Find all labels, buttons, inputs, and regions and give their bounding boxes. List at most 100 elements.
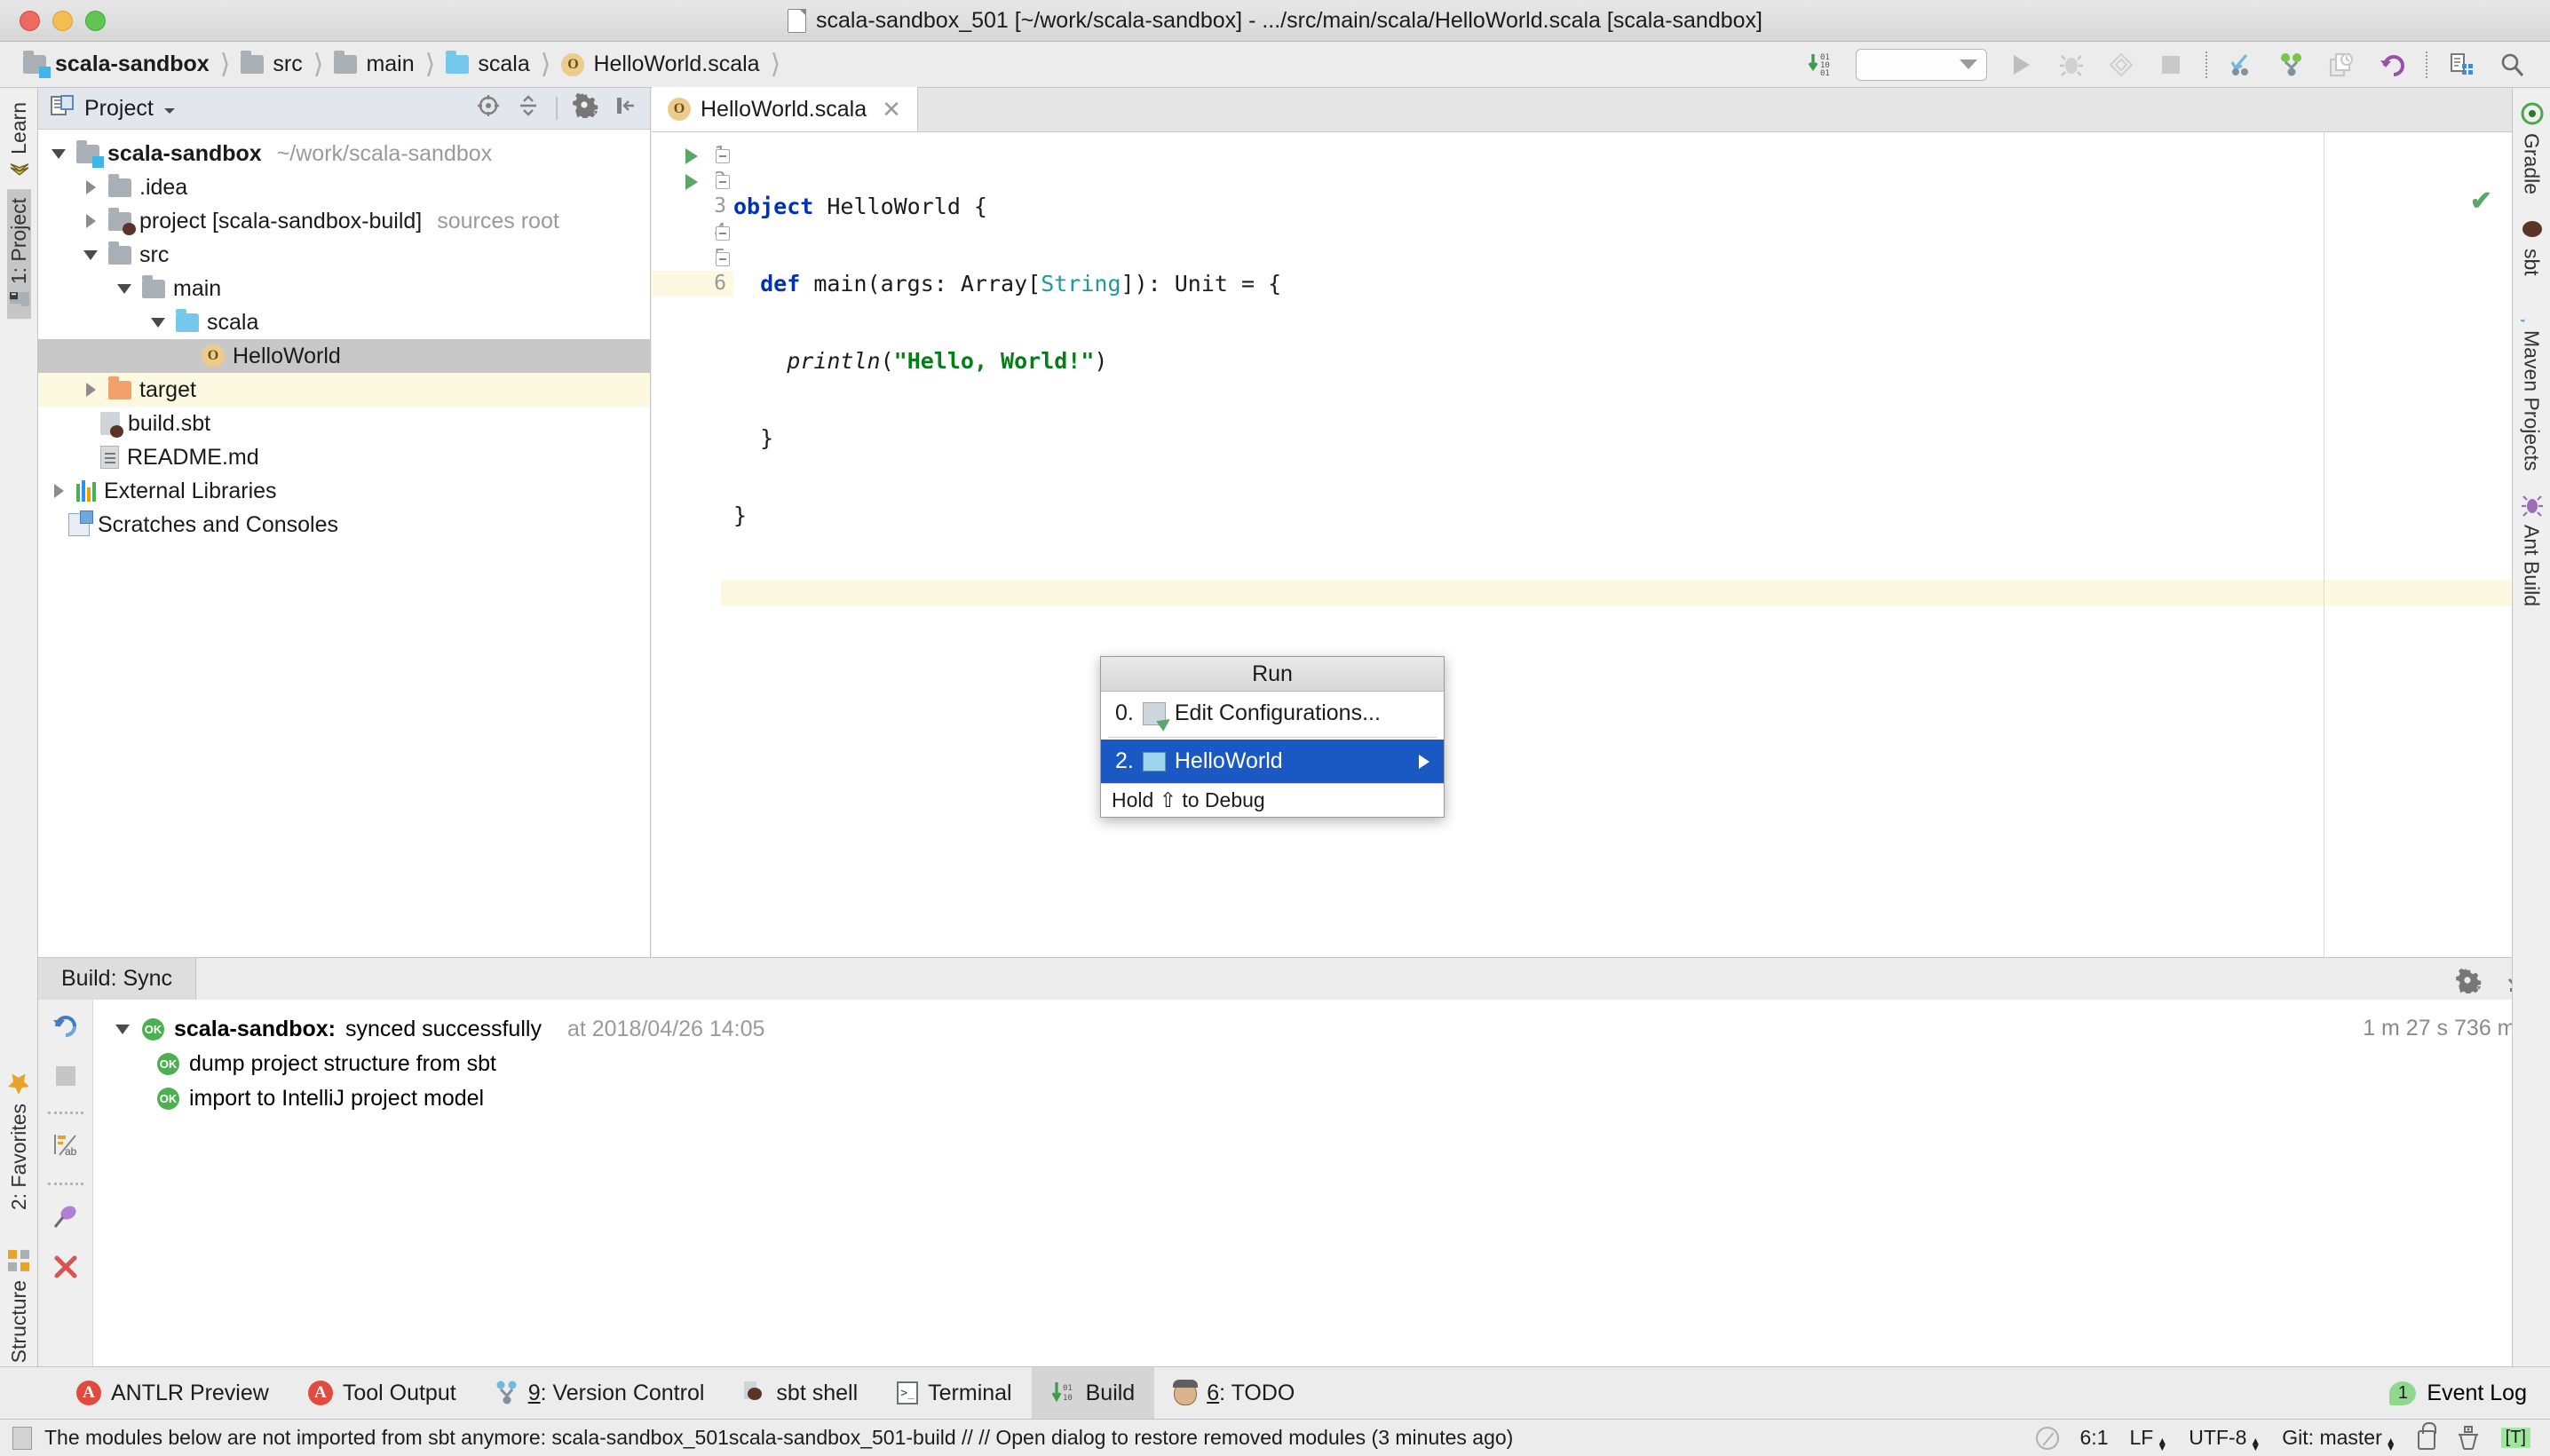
rerun-icon[interactable] [51, 1012, 80, 1047]
vcs-rollback-icon[interactable] [2376, 50, 2406, 80]
status-bar-message[interactable]: The modules below are not imported from … [44, 1426, 1513, 1450]
search-everywhere-icon[interactable] [2497, 50, 2527, 80]
tool-window-antlr-preview[interactable]: A ANTLR Preview [57, 1367, 289, 1420]
stop-icon[interactable] [54, 1064, 77, 1094]
build-tab-sync[interactable]: Build: Sync [38, 958, 196, 1000]
run-popup-item-helloworld[interactable]: 2. HelloWorld [1101, 740, 1444, 783]
tool-window-version-control[interactable]: 9: Version Control [476, 1367, 725, 1420]
stop-icon[interactable] [2156, 50, 2186, 80]
vcs-branch-widget[interactable]: Git: master▲▼ [2282, 1426, 2396, 1451]
chevron-right-icon[interactable] [81, 214, 100, 228]
vcs-update-icon[interactable] [2227, 50, 2257, 80]
tree-item-helloworld[interactable]: O HelloWorld [38, 339, 650, 373]
sidebar-item-maven[interactable]: m Maven Projects [2520, 299, 2544, 471]
tree-item-build-sbt[interactable]: build.sbt [38, 407, 650, 440]
sidebar-item-ant[interactable]: Ant Build [2520, 494, 2544, 606]
status-badge[interactable]: [T] [2501, 1428, 2530, 1448]
sidebar-item-gradle[interactable]: Gradle [2520, 102, 2544, 194]
close-icon[interactable]: ✕ [882, 96, 901, 123]
run-gutter-icon[interactable] [685, 174, 698, 190]
hide-panel-icon[interactable] [614, 94, 638, 123]
breadcrumb-item-project[interactable]: scala-sandbox [20, 45, 213, 84]
collapse-all-icon[interactable] [516, 93, 541, 124]
chevron-right-icon[interactable] [81, 180, 100, 194]
memory-indicator-icon[interactable] [12, 1427, 32, 1450]
sidebar-item-sbt[interactable]: sbt [2520, 218, 2544, 276]
gear-icon[interactable] [2456, 969, 2483, 1000]
sidebar-item-favorites[interactable]: 2: Favorites [7, 1064, 31, 1219]
tree-item-project-build[interactable]: project [scala-sandbox-build] sources ro… [38, 204, 650, 238]
chevron-down-icon[interactable] [49, 149, 68, 159]
vcs-history-icon[interactable] [2326, 50, 2356, 80]
status-bar-left: The modules below are not imported from … [12, 1426, 1513, 1450]
gutter-line: 6 [652, 271, 733, 297]
build-row-root[interactable]: OK scala-sandbox: synced successfully at… [93, 1012, 2550, 1047]
tool-window-terminal[interactable]: >_ Terminal [877, 1367, 1031, 1420]
tool-window-todo[interactable]: 6: TODO [1154, 1367, 1314, 1420]
tree-item-scratches[interactable]: Scratches and Consoles [38, 508, 650, 542]
code-text[interactable]: object HelloWorld { def main(args: Array… [733, 132, 2512, 957]
application-run-config-icon [1143, 752, 1166, 772]
run-popup-item-edit-configurations[interactable]: 0. Edit Configurations... [1101, 692, 1444, 735]
chevron-right-icon[interactable] [81, 383, 100, 397]
chevron-down-icon[interactable] [81, 250, 100, 260]
debug-icon[interactable] [2056, 50, 2087, 80]
code-editor[interactable]: 1 2 3 4 5 [652, 132, 2512, 957]
select-in-icon[interactable] [2447, 50, 2477, 80]
fold-region-icon[interactable] [716, 149, 730, 163]
close-icon[interactable] [52, 1254, 79, 1286]
caret-position[interactable]: 6:1 [2080, 1426, 2109, 1450]
pin-tab-icon[interactable] [52, 1203, 79, 1236]
editor-gutter[interactable]: 1 2 3 4 5 [652, 132, 733, 957]
scroll-from-source-icon[interactable] [476, 93, 501, 124]
tree-item-sources-root: sources root [437, 209, 559, 234]
build-row-dump[interactable]: OK dump project structure from sbt [93, 1047, 2550, 1081]
run-with-coverage-icon[interactable] [2106, 50, 2136, 80]
download-binary-icon[interactable]: 011001 [1806, 50, 1836, 80]
sidebar-item-project[interactable]: 1: Project [7, 189, 31, 319]
chevron-down-icon[interactable] [113, 1025, 132, 1034]
code-line-5: } [733, 502, 2512, 528]
line-separator-widget[interactable]: LF▲▼ [2130, 1426, 2168, 1451]
tree-item-external-libraries[interactable]: External Libraries [38, 474, 650, 508]
tree-item-target[interactable]: target [38, 373, 650, 407]
vcs-commit-icon[interactable] [2277, 50, 2307, 80]
chevron-right-icon: ⟩ [425, 51, 436, 78]
tool-window-build[interactable]: 0110 Build [1032, 1367, 1155, 1420]
encoding-widget[interactable]: UTF-8▲▼ [2189, 1426, 2261, 1451]
tree-item-scala-sandbox[interactable]: scala-sandbox ~/work/scala-sandbox [38, 137, 650, 170]
toggle-soft-wrap-icon[interactable]: ab [52, 1132, 79, 1165]
tree-item-main[interactable]: main [38, 272, 650, 305]
tree-item-scala[interactable]: scala [38, 305, 650, 339]
breadcrumb-item-scala[interactable]: scala [442, 45, 533, 84]
run-gutter-icon[interactable] [685, 148, 698, 164]
breadcrumb-item-file[interactable]: O HelloWorld.scala [558, 45, 763, 84]
fold-region-icon[interactable] [716, 252, 730, 266]
chevron-down-icon[interactable] [115, 284, 134, 294]
tree-item-readme[interactable]: README.md [38, 440, 650, 474]
tool-window-tool-output[interactable]: A Tool Output [289, 1367, 476, 1420]
run-icon[interactable] [2007, 50, 2037, 80]
inspection-profile-icon[interactable] [2457, 1426, 2480, 1451]
background-tasks-icon[interactable] [2036, 1427, 2059, 1450]
event-log-button[interactable]: 1 Event Log [2389, 1381, 2550, 1406]
chevron-down-icon[interactable] [162, 96, 177, 122]
chevron-down-icon[interactable] [148, 318, 168, 328]
tree-item-src[interactable]: src [38, 238, 650, 272]
tool-window-sbt-shell[interactable]: sbt shell [724, 1367, 877, 1420]
read-only-lock-icon[interactable] [2418, 1430, 2435, 1450]
breadcrumb-item-main[interactable]: main [330, 45, 417, 84]
fold-region-icon[interactable] [716, 226, 730, 241]
sidebar-item-learn[interactable]: Learn [7, 93, 31, 189]
gear-icon[interactable] [573, 93, 599, 124]
chevron-right-icon[interactable] [49, 484, 68, 498]
tree-item-idea[interactable]: .idea [38, 170, 650, 204]
fold-region-icon[interactable] [716, 175, 730, 189]
chevron-right-icon: ⟩ [771, 51, 781, 78]
run-configuration-selector[interactable] [1856, 49, 1987, 81]
editor-tab-helloworld[interactable]: O HelloWorld.scala ✕ [652, 87, 918, 131]
inspection-ok-checkmark-icon[interactable]: ✔ [2470, 186, 2492, 217]
build-row-import[interactable]: OK import to IntelliJ project model [93, 1081, 2550, 1116]
submenu-arrow-icon[interactable] [1419, 755, 1429, 769]
breadcrumb-item-src[interactable]: src [237, 45, 305, 84]
